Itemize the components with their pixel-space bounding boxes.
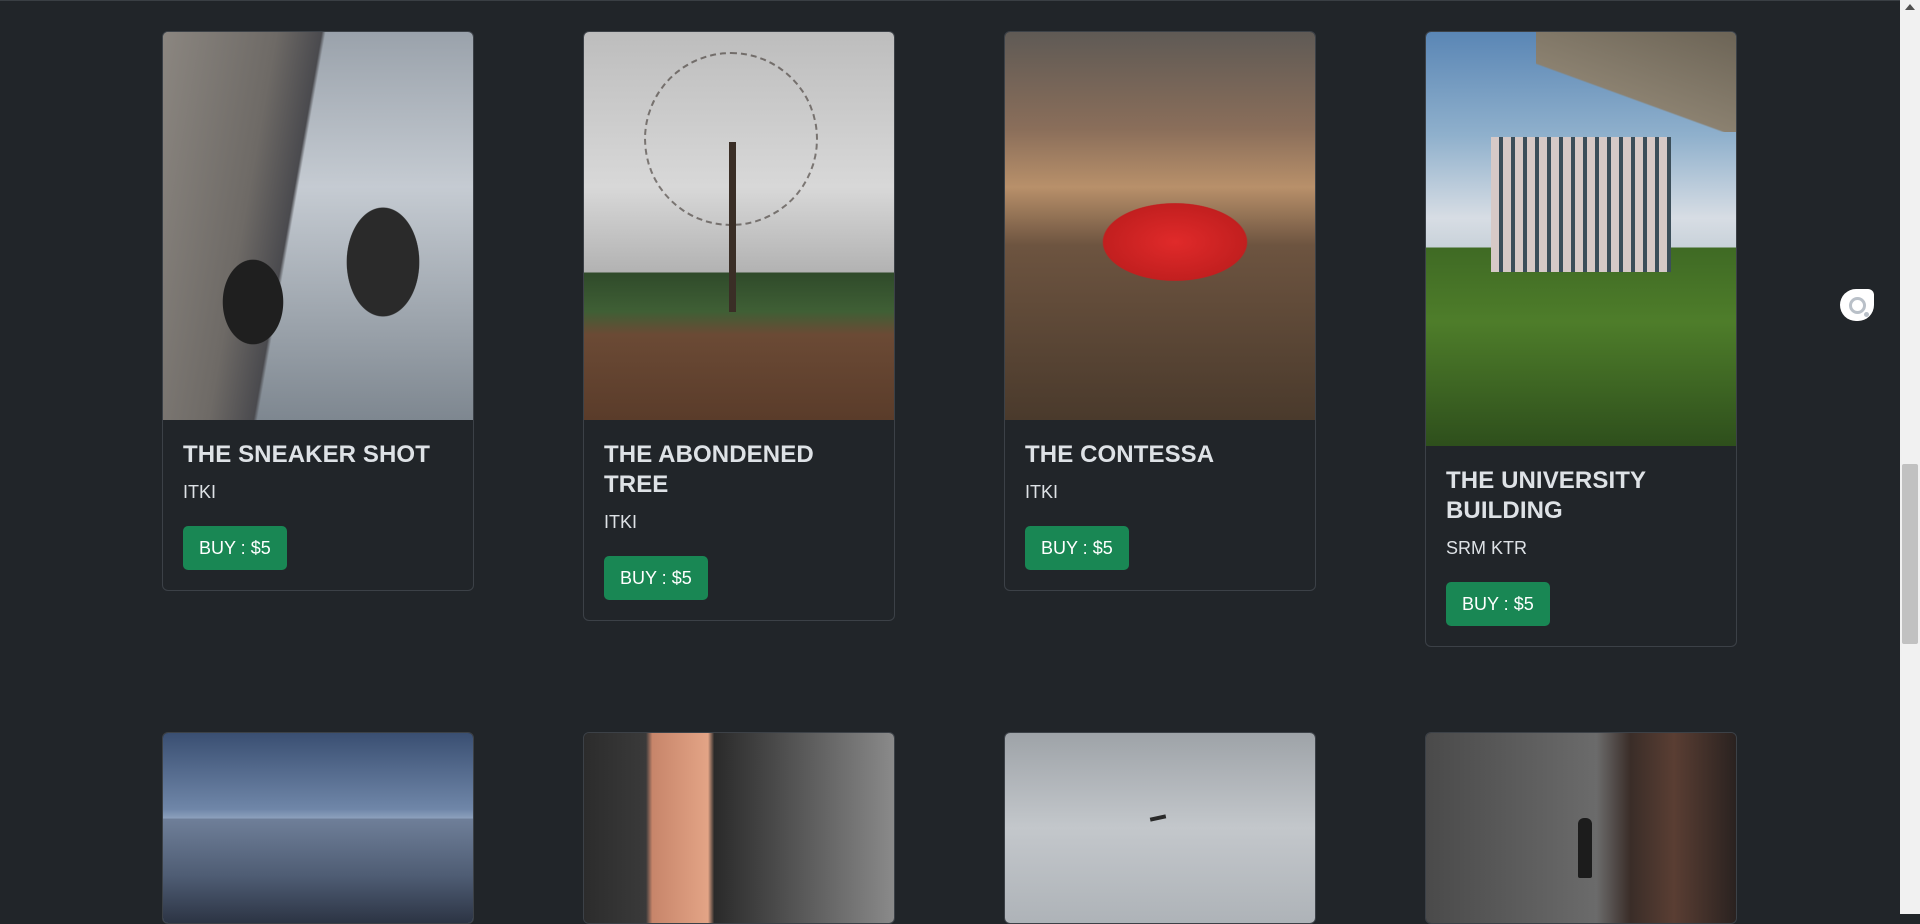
product-card-sneaker-shot: THE SNEAKER SHOT ITKI BUY : $5: [162, 31, 474, 591]
product-card-city-skyline: [162, 732, 474, 924]
product-card-university-building: THE UNIVERSITY BUILDING SRM KTR BUY : $5: [1425, 31, 1737, 647]
search-icon: [1848, 296, 1869, 317]
product-title: THE UNIVERSITY BUILDING: [1446, 467, 1646, 524]
product-author: SRM KTR: [1446, 538, 1527, 558]
buy-button[interactable]: BUY : $5: [183, 526, 287, 570]
product-image-airplane: [1005, 733, 1315, 923]
product-author: ITKI: [604, 512, 638, 532]
buy-button[interactable]: BUY : $5: [604, 556, 708, 600]
product-image-city: [163, 733, 473, 923]
product-image-sneaker: [163, 32, 473, 420]
product-image-hooded-man: [1426, 733, 1736, 923]
card-body: THE UNIVERSITY BUILDING SRM KTR BUY : $5: [1426, 446, 1736, 646]
building-facade: [1491, 137, 1671, 272]
floating-assistant-button[interactable]: [1840, 289, 1874, 321]
scrollbar-thumb[interactable]: [1902, 464, 1918, 644]
product-title: THE SNEAKER SHOT: [183, 441, 430, 468]
product-card-abondened-tree: THE ABONDENED TREE ITKI BUY : $5: [583, 31, 895, 621]
product-image-red-car: [1005, 32, 1315, 420]
tree-trunk: [729, 142, 736, 312]
product-author: ITKI: [1025, 482, 1059, 502]
vertical-scrollbar[interactable]: [1900, 0, 1920, 914]
product-image-balcony: [584, 733, 894, 923]
person-figure: [1578, 818, 1592, 878]
airplane-icon: [1149, 814, 1167, 822]
product-title: THE ABONDENED TREE: [604, 441, 814, 498]
card-body: THE CONTESSA ITKI BUY : $5: [1005, 420, 1315, 590]
product-title: THE CONTESSA: [1025, 441, 1215, 468]
product-author: ITKI: [183, 482, 217, 502]
search-dot: [1863, 311, 1869, 317]
card-body: THE ABONDENED TREE ITKI BUY : $5: [584, 420, 894, 620]
product-image-university: [1426, 32, 1736, 446]
card-body: THE SNEAKER SHOT ITKI BUY : $5: [163, 420, 473, 590]
product-card-hooded-man: [1425, 732, 1737, 924]
product-card-contessa: THE CONTESSA ITKI BUY : $5: [1004, 31, 1316, 591]
buy-button[interactable]: BUY : $5: [1446, 582, 1550, 626]
buy-button[interactable]: BUY : $5: [1025, 526, 1129, 570]
scroll-up-arrow-icon[interactable]: [1905, 4, 1915, 10]
product-card-airplane: [1004, 732, 1316, 924]
roof-overhang: [1536, 32, 1736, 132]
product-image-tree: [584, 32, 894, 420]
product-card-balcony: [583, 732, 895, 924]
product-grid: THE SNEAKER SHOT ITKI BUY : $5 THE ABOND…: [0, 0, 1900, 924]
